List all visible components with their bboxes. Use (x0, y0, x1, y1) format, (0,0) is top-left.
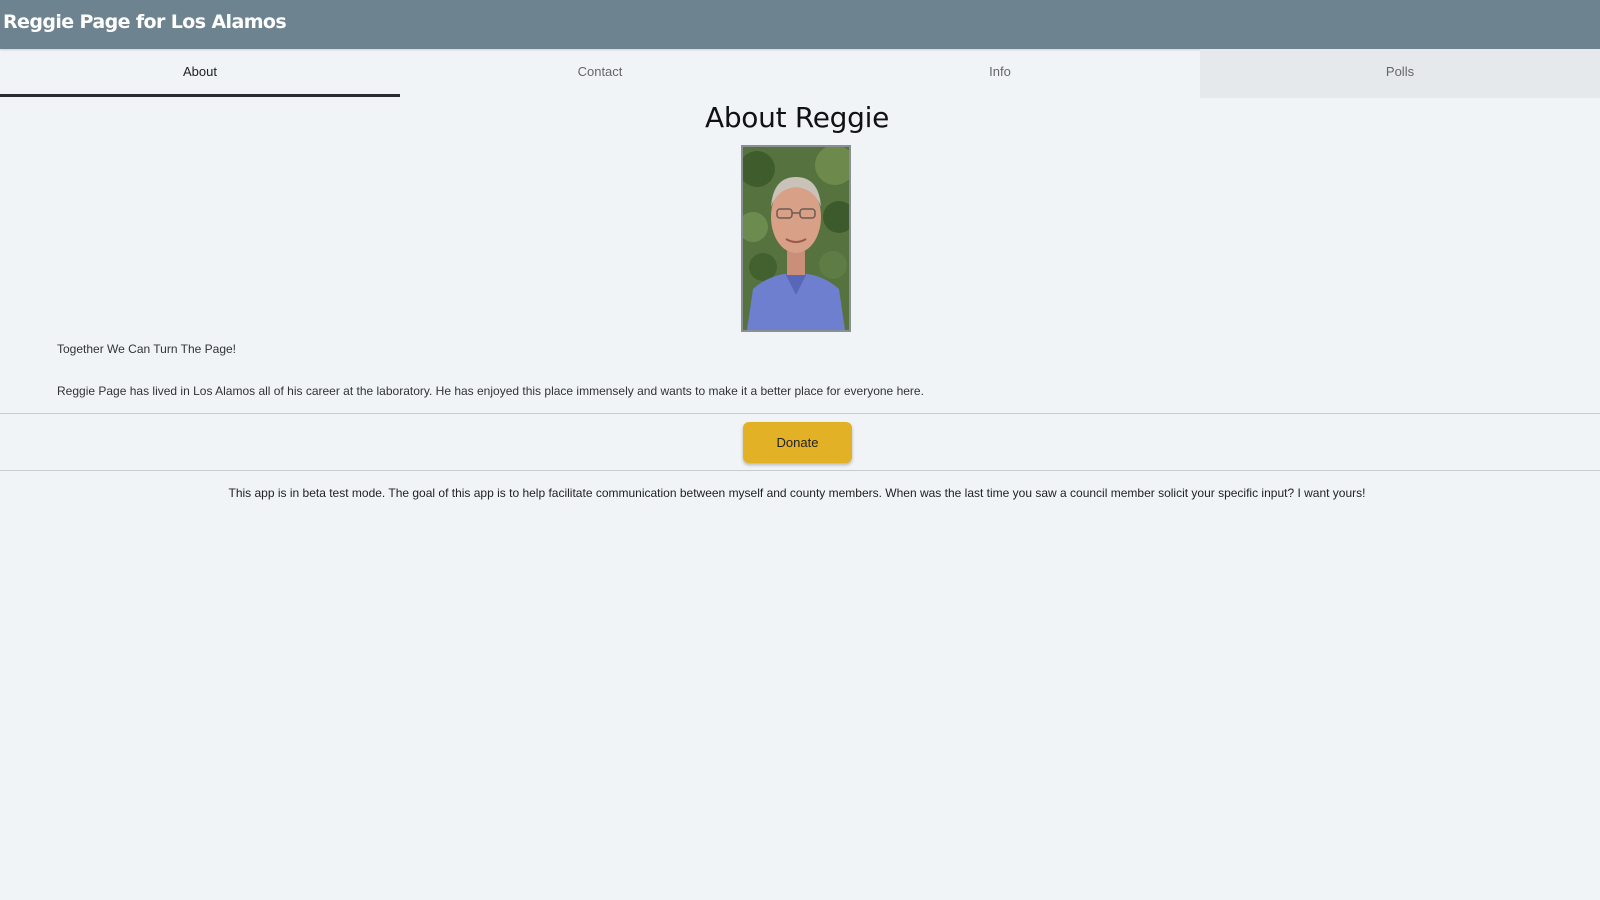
tab-about[interactable]: About (0, 49, 400, 98)
candidate-portrait (741, 145, 851, 332)
app-title: Reggie Page for Los Alamos (3, 11, 287, 33)
page-title: About Reggie (704, 101, 890, 134)
donate-button[interactable]: Donate (743, 422, 852, 463)
tab-about-label: About (183, 64, 217, 79)
tab-contact-label: Contact (577, 64, 623, 79)
tab-polls[interactable]: Polls (1200, 49, 1600, 98)
tab-polls-label: Polls (1385, 64, 1415, 79)
tab-info-label: Info (989, 64, 1011, 79)
bio-text: Reggie Page has lived in Los Alamos all … (57, 384, 924, 398)
portrait-image (743, 147, 849, 330)
tab-contact[interactable]: Contact (400, 49, 800, 98)
tab-info[interactable]: Info (800, 49, 1200, 98)
tab-bar: About Contact Info Polls (0, 49, 1600, 98)
app-bar: Reggie Page for Los Alamos (0, 0, 1600, 49)
beta-notice: This app is in beta test mode. The goal … (228, 486, 1366, 500)
tagline: Together We Can Turn The Page! (57, 342, 236, 356)
divider-top (0, 413, 1600, 414)
divider-bottom (0, 470, 1600, 471)
